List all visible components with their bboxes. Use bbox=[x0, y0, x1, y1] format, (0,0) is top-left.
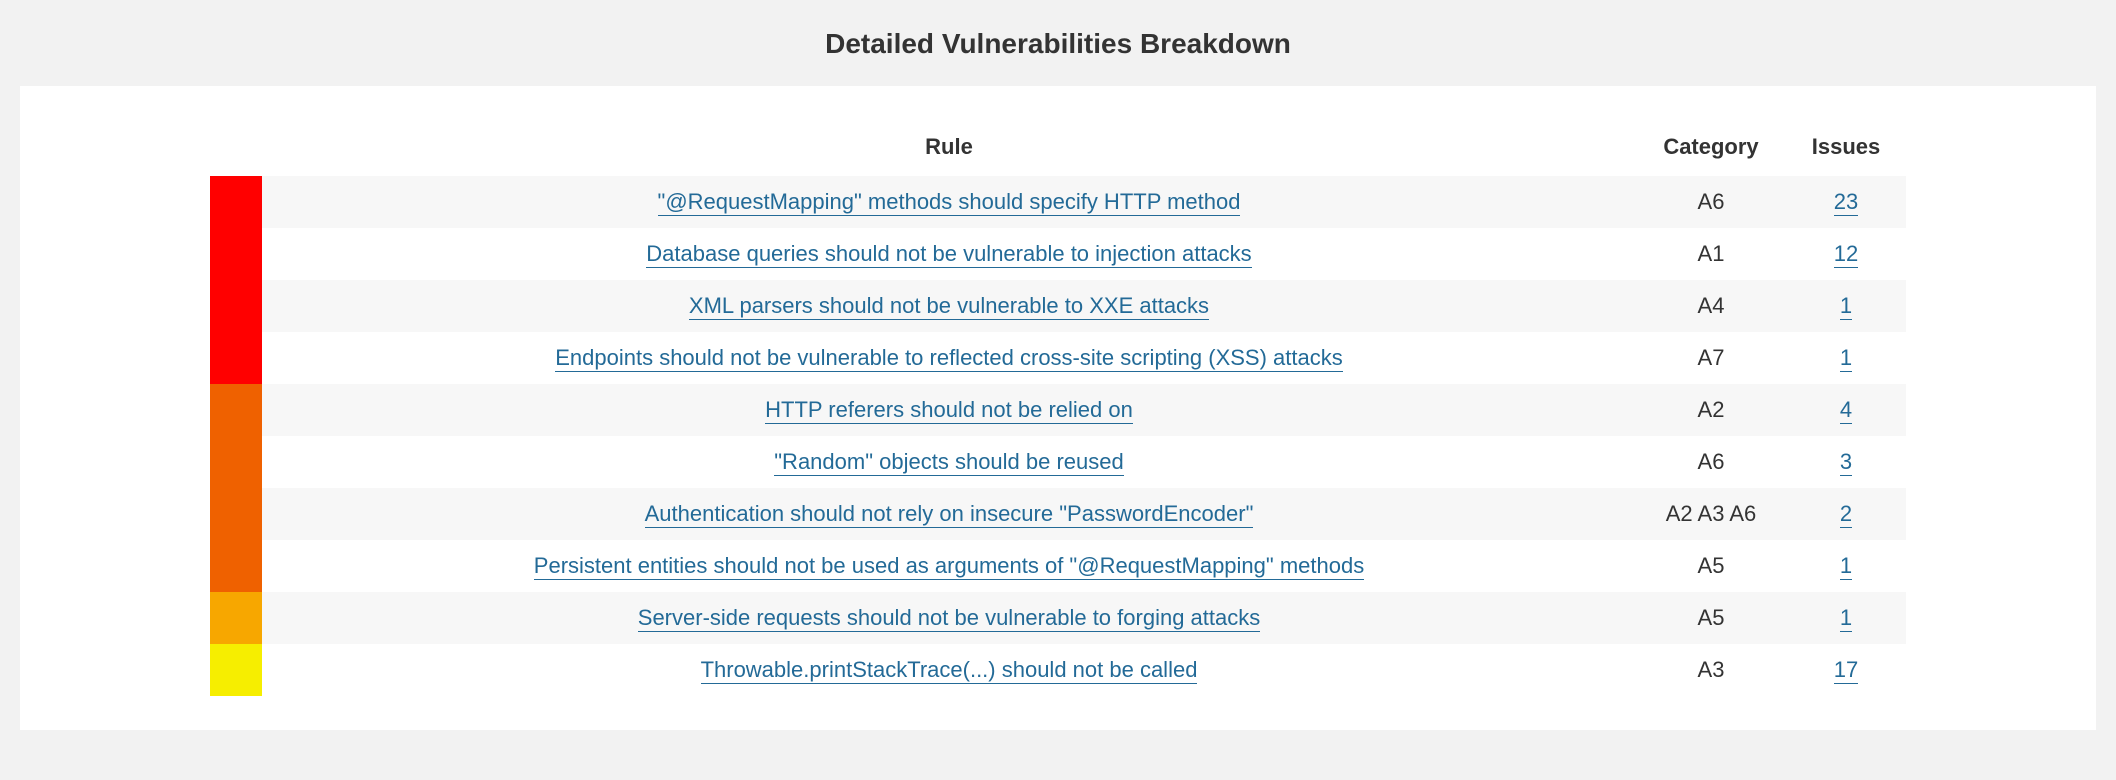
rule-link[interactable]: Endpoints should not be vulnerable to re… bbox=[555, 345, 1343, 372]
issues-cell: 2 bbox=[1786, 488, 1906, 540]
rule-link[interactable]: Persistent entities should not be used a… bbox=[534, 553, 1364, 580]
rule-cell: "@RequestMapping" methods should specify… bbox=[262, 176, 1636, 228]
table-row: Database queries should not be vulnerabl… bbox=[210, 228, 1906, 280]
issues-cell: 17 bbox=[1786, 644, 1906, 696]
rule-header: Rule bbox=[262, 126, 1636, 176]
rule-cell: "Random" objects should be reused bbox=[262, 436, 1636, 488]
category-cell: A1 bbox=[1636, 228, 1786, 280]
table-row: XML parsers should not be vulnerable to … bbox=[210, 280, 1906, 332]
severity-indicator bbox=[210, 176, 262, 228]
severity-cell bbox=[210, 384, 262, 436]
table-row: HTTP referers should not be relied on A2 4 bbox=[210, 384, 1906, 436]
rule-cell: HTTP referers should not be relied on bbox=[262, 384, 1636, 436]
severity-indicator bbox=[210, 228, 262, 280]
severity-cell bbox=[210, 592, 262, 644]
page-title: Detailed Vulnerabilities Breakdown bbox=[20, 28, 2096, 60]
category-header: Category bbox=[1636, 126, 1786, 176]
rule-link[interactable]: Throwable.printStackTrace(...) should no… bbox=[701, 657, 1198, 684]
category-text: A2 bbox=[1698, 397, 1725, 422]
severity-indicator bbox=[210, 384, 262, 436]
issues-header: Issues bbox=[1786, 126, 1906, 176]
rule-cell: Endpoints should not be vulnerable to re… bbox=[262, 332, 1636, 384]
rule-link[interactable]: XML parsers should not be vulnerable to … bbox=[689, 293, 1209, 320]
issues-cell: 23 bbox=[1786, 176, 1906, 228]
issues-link[interactable]: 23 bbox=[1834, 189, 1858, 216]
severity-cell bbox=[210, 436, 262, 488]
category-cell: A2 bbox=[1636, 384, 1786, 436]
severity-cell bbox=[210, 332, 262, 384]
category-text: A3 bbox=[1698, 657, 1725, 682]
severity-cell bbox=[210, 228, 262, 280]
table-row: Endpoints should not be vulnerable to re… bbox=[210, 332, 1906, 384]
severity-cell bbox=[210, 488, 262, 540]
severity-cell bbox=[210, 644, 262, 696]
table-row: "@RequestMapping" methods should specify… bbox=[210, 176, 1906, 228]
rule-cell: Authentication should not rely on insecu… bbox=[262, 488, 1636, 540]
rule-cell: Database queries should not be vulnerabl… bbox=[262, 228, 1636, 280]
table-row: "Random" objects should be reused A6 3 bbox=[210, 436, 1906, 488]
category-cell: A5 bbox=[1636, 540, 1786, 592]
rule-link[interactable]: "@RequestMapping" methods should specify… bbox=[658, 189, 1241, 216]
table-row: Authentication should not rely on insecu… bbox=[210, 488, 1906, 540]
category-text: A5 bbox=[1698, 605, 1725, 630]
severity-indicator bbox=[210, 280, 262, 332]
category-text: A7 bbox=[1698, 345, 1725, 370]
category-text: A2 A3 A6 bbox=[1666, 501, 1757, 526]
page-container: Detailed Vulnerabilities Breakdown Rule … bbox=[0, 0, 2116, 754]
issues-link[interactable]: 1 bbox=[1840, 553, 1852, 580]
rule-link[interactable]: "Random" objects should be reused bbox=[774, 449, 1124, 476]
issues-link[interactable]: 4 bbox=[1840, 397, 1852, 424]
severity-indicator bbox=[210, 644, 262, 696]
issues-cell: 12 bbox=[1786, 228, 1906, 280]
rule-cell: Server-side requests should not be vulne… bbox=[262, 592, 1636, 644]
rule-cell: Throwable.printStackTrace(...) should no… bbox=[262, 644, 1636, 696]
issues-cell: 1 bbox=[1786, 280, 1906, 332]
severity-header bbox=[210, 126, 262, 176]
issues-link[interactable]: 2 bbox=[1840, 501, 1852, 528]
issues-cell: 1 bbox=[1786, 332, 1906, 384]
severity-cell bbox=[210, 280, 262, 332]
severity-cell bbox=[210, 540, 262, 592]
category-text: A6 bbox=[1698, 449, 1725, 474]
table-row: Server-side requests should not be vulne… bbox=[210, 592, 1906, 644]
category-text: A1 bbox=[1698, 241, 1725, 266]
rule-link[interactable]: Database queries should not be vulnerabl… bbox=[646, 241, 1251, 268]
category-text: A5 bbox=[1698, 553, 1725, 578]
category-text: A4 bbox=[1698, 293, 1725, 318]
issues-cell: 1 bbox=[1786, 540, 1906, 592]
issues-link[interactable]: 1 bbox=[1840, 293, 1852, 320]
issues-link[interactable]: 1 bbox=[1840, 345, 1852, 372]
severity-indicator bbox=[210, 540, 262, 592]
category-cell: A3 bbox=[1636, 644, 1786, 696]
category-cell: A7 bbox=[1636, 332, 1786, 384]
category-cell: A5 bbox=[1636, 592, 1786, 644]
issues-cell: 1 bbox=[1786, 592, 1906, 644]
issues-link[interactable]: 17 bbox=[1834, 657, 1858, 684]
issues-cell: 4 bbox=[1786, 384, 1906, 436]
category-cell: A6 bbox=[1636, 436, 1786, 488]
rule-cell: XML parsers should not be vulnerable to … bbox=[262, 280, 1636, 332]
table-row: Throwable.printStackTrace(...) should no… bbox=[210, 644, 1906, 696]
rule-link[interactable]: HTTP referers should not be relied on bbox=[765, 397, 1133, 424]
rule-link[interactable]: Server-side requests should not be vulne… bbox=[638, 605, 1260, 632]
table-row: Persistent entities should not be used a… bbox=[210, 540, 1906, 592]
category-cell: A2 A3 A6 bbox=[1636, 488, 1786, 540]
severity-indicator bbox=[210, 436, 262, 488]
table-header-row: Rule Category Issues bbox=[210, 126, 1906, 176]
issues-cell: 3 bbox=[1786, 436, 1906, 488]
vulnerabilities-card: Rule Category Issues "@RequestMapping" m… bbox=[20, 86, 2096, 730]
issues-link[interactable]: 3 bbox=[1840, 449, 1852, 476]
rule-cell: Persistent entities should not be used a… bbox=[262, 540, 1636, 592]
category-text: A6 bbox=[1698, 189, 1725, 214]
issues-link[interactable]: 12 bbox=[1834, 241, 1858, 268]
severity-cell bbox=[210, 176, 262, 228]
vulnerabilities-table: Rule Category Issues "@RequestMapping" m… bbox=[210, 126, 1906, 696]
severity-indicator bbox=[210, 332, 262, 384]
category-cell: A6 bbox=[1636, 176, 1786, 228]
issues-link[interactable]: 1 bbox=[1840, 605, 1852, 632]
rule-link[interactable]: Authentication should not rely on insecu… bbox=[645, 501, 1254, 528]
severity-indicator bbox=[210, 592, 262, 644]
category-cell: A4 bbox=[1636, 280, 1786, 332]
severity-indicator bbox=[210, 488, 262, 540]
